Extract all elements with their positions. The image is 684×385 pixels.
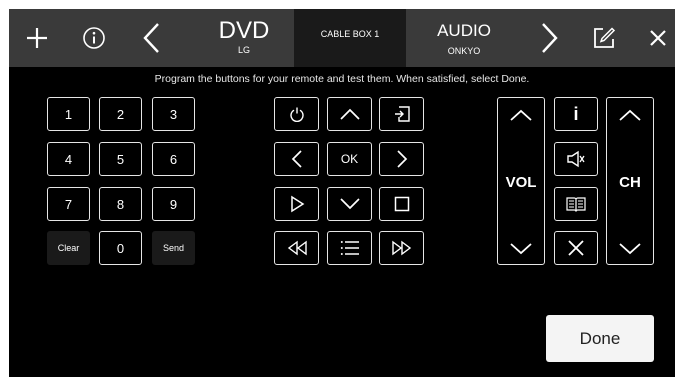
key-5[interactable]: 5 [99, 142, 142, 176]
ok-button[interactable]: OK [327, 142, 372, 176]
plus-icon[interactable] [19, 9, 55, 67]
key-4[interactable]: 4 [47, 142, 90, 176]
input-button[interactable] [379, 97, 424, 131]
up-button[interactable] [327, 97, 372, 131]
tab-cable-box-1-title: CABLE BOX 1 [320, 29, 380, 39]
instructions-text: Program the buttons for your remote and … [154, 73, 530, 85]
chevron-left-icon[interactable] [137, 9, 167, 67]
channel-up-icon[interactable] [618, 108, 642, 122]
mute-icon [567, 150, 585, 168]
remote-programming-screen: DVD LG CABLE BOX 1 AUDIO ONKYO Program t… [9, 9, 675, 377]
stop-button[interactable] [379, 187, 424, 221]
fast-forward-button[interactable] [379, 231, 424, 265]
fast-forward-icon [391, 240, 411, 256]
arrow-left-icon [291, 150, 302, 168]
close-icon[interactable] [645, 9, 671, 67]
tab-dvd[interactable]: DVD LG [194, 9, 294, 67]
arrow-right-icon [396, 150, 407, 168]
rewind-icon [287, 240, 307, 256]
down-button[interactable] [327, 187, 372, 221]
tab-cable-box-1[interactable]: CABLE BOX 1 [294, 9, 406, 67]
mute-button[interactable] [554, 142, 598, 176]
arrow-up-icon [339, 108, 360, 120]
top-bar: DVD LG CABLE BOX 1 AUDIO ONKYO [9, 9, 675, 67]
power-button[interactable] [274, 97, 319, 131]
volume-down-icon[interactable] [509, 242, 533, 256]
channel-rocker: CH [606, 97, 654, 265]
key-0[interactable]: 0 [99, 231, 142, 265]
chevron-right-icon[interactable] [534, 9, 564, 67]
volume-rocker: VOL [497, 97, 545, 265]
tab-dvd-subtitle: LG [237, 45, 250, 55]
tab-audio[interactable]: AUDIO ONKYO [414, 9, 514, 67]
send-button[interactable]: Send [152, 231, 195, 265]
menu-icon [340, 241, 359, 255]
play-button[interactable] [274, 187, 319, 221]
play-icon [290, 195, 304, 213]
key-8[interactable]: 8 [99, 187, 142, 221]
exit-button[interactable] [554, 231, 598, 265]
input-icon [394, 106, 410, 122]
tab-dvd-title: DVD [218, 17, 270, 44]
tab-audio-subtitle: ONKYO [447, 46, 481, 56]
stop-icon [394, 196, 409, 212]
exit-icon [568, 240, 584, 256]
info-circle-icon[interactable] [79, 9, 109, 67]
volume-up-icon[interactable] [509, 108, 533, 122]
key-6[interactable]: 6 [152, 142, 195, 176]
guide-button[interactable] [554, 187, 598, 221]
key-7[interactable]: 7 [47, 187, 90, 221]
key-1[interactable]: 1 [47, 97, 90, 131]
info-button[interactable]: i [554, 97, 598, 131]
edit-icon[interactable] [589, 9, 619, 67]
arrow-down-icon [339, 198, 360, 210]
clear-button[interactable]: Clear [47, 231, 90, 265]
key-9[interactable]: 9 [152, 187, 195, 221]
key-2[interactable]: 2 [99, 97, 142, 131]
tab-audio-title: AUDIO [437, 21, 491, 40]
rewind-button[interactable] [274, 231, 319, 265]
left-button[interactable] [274, 142, 319, 176]
volume-label: VOL [505, 173, 537, 191]
done-button[interactable]: Done [546, 315, 654, 362]
menu-button[interactable] [327, 231, 372, 265]
right-button[interactable] [379, 142, 424, 176]
power-icon [289, 107, 304, 122]
channel-label: CH [619, 173, 641, 191]
channel-down-icon[interactable] [618, 242, 642, 256]
guide-icon [566, 197, 586, 212]
key-3[interactable]: 3 [152, 97, 195, 131]
